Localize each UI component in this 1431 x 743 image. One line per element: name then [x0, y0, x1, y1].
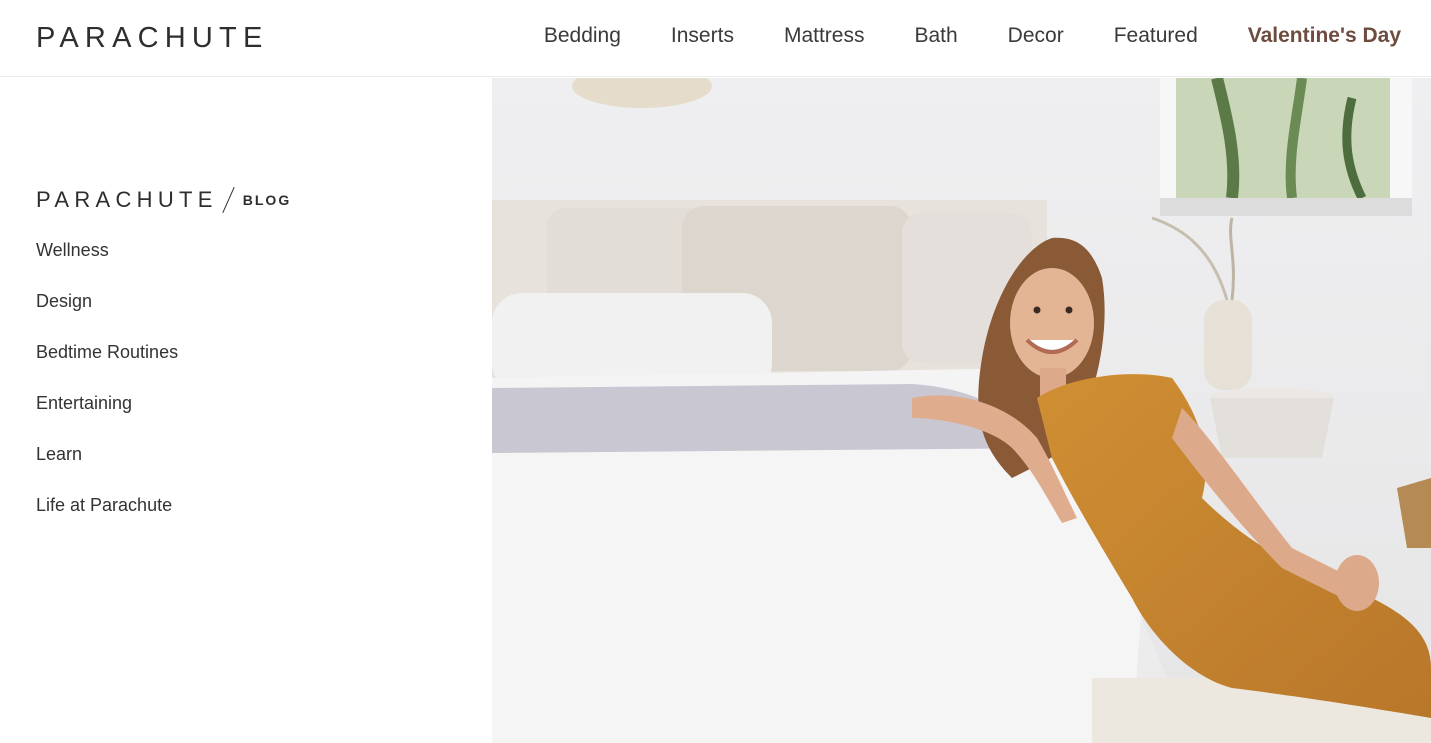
blog-category-bedtime-routines[interactable]: Bedtime Routines: [36, 340, 178, 391]
blog-category-entertaining[interactable]: Entertaining: [36, 391, 178, 442]
site-logo[interactable]: PARACHUTE: [36, 22, 269, 54]
nav-featured[interactable]: Featured: [1114, 24, 1198, 48]
nav-mattress[interactable]: Mattress: [784, 24, 865, 48]
blog-category-wellness[interactable]: Wellness: [36, 238, 178, 289]
blog-category-learn[interactable]: Learn: [36, 442, 178, 493]
nav-bath[interactable]: Bath: [914, 24, 957, 48]
blog-tag: BLOG: [242, 192, 292, 208]
blog-logo-divider: [222, 187, 235, 213]
blog-category-list: Wellness Design Bedtime Routines Enterta…: [36, 238, 178, 544]
hero-image: [492, 78, 1431, 743]
blog-category-design[interactable]: Design: [36, 289, 178, 340]
site-header: PARACHUTE Bedding Inserts Mattress Bath …: [0, 0, 1431, 77]
nav-inserts[interactable]: Inserts: [671, 24, 734, 48]
main-nav: Bedding Inserts Mattress Bath Decor Feat…: [494, 0, 1401, 72]
nav-bedding[interactable]: Bedding: [544, 24, 621, 48]
blog-logo: PARACHUTE: [36, 187, 218, 212]
nav-decor[interactable]: Decor: [1008, 24, 1064, 48]
blog-category-life-at-parachute[interactable]: Life at Parachute: [36, 493, 178, 544]
hero-illustration: [492, 78, 1431, 743]
blog-brand[interactable]: PARACHUTE BLOG: [36, 186, 291, 214]
nav-valentines-day[interactable]: Valentine's Day: [1248, 24, 1401, 48]
